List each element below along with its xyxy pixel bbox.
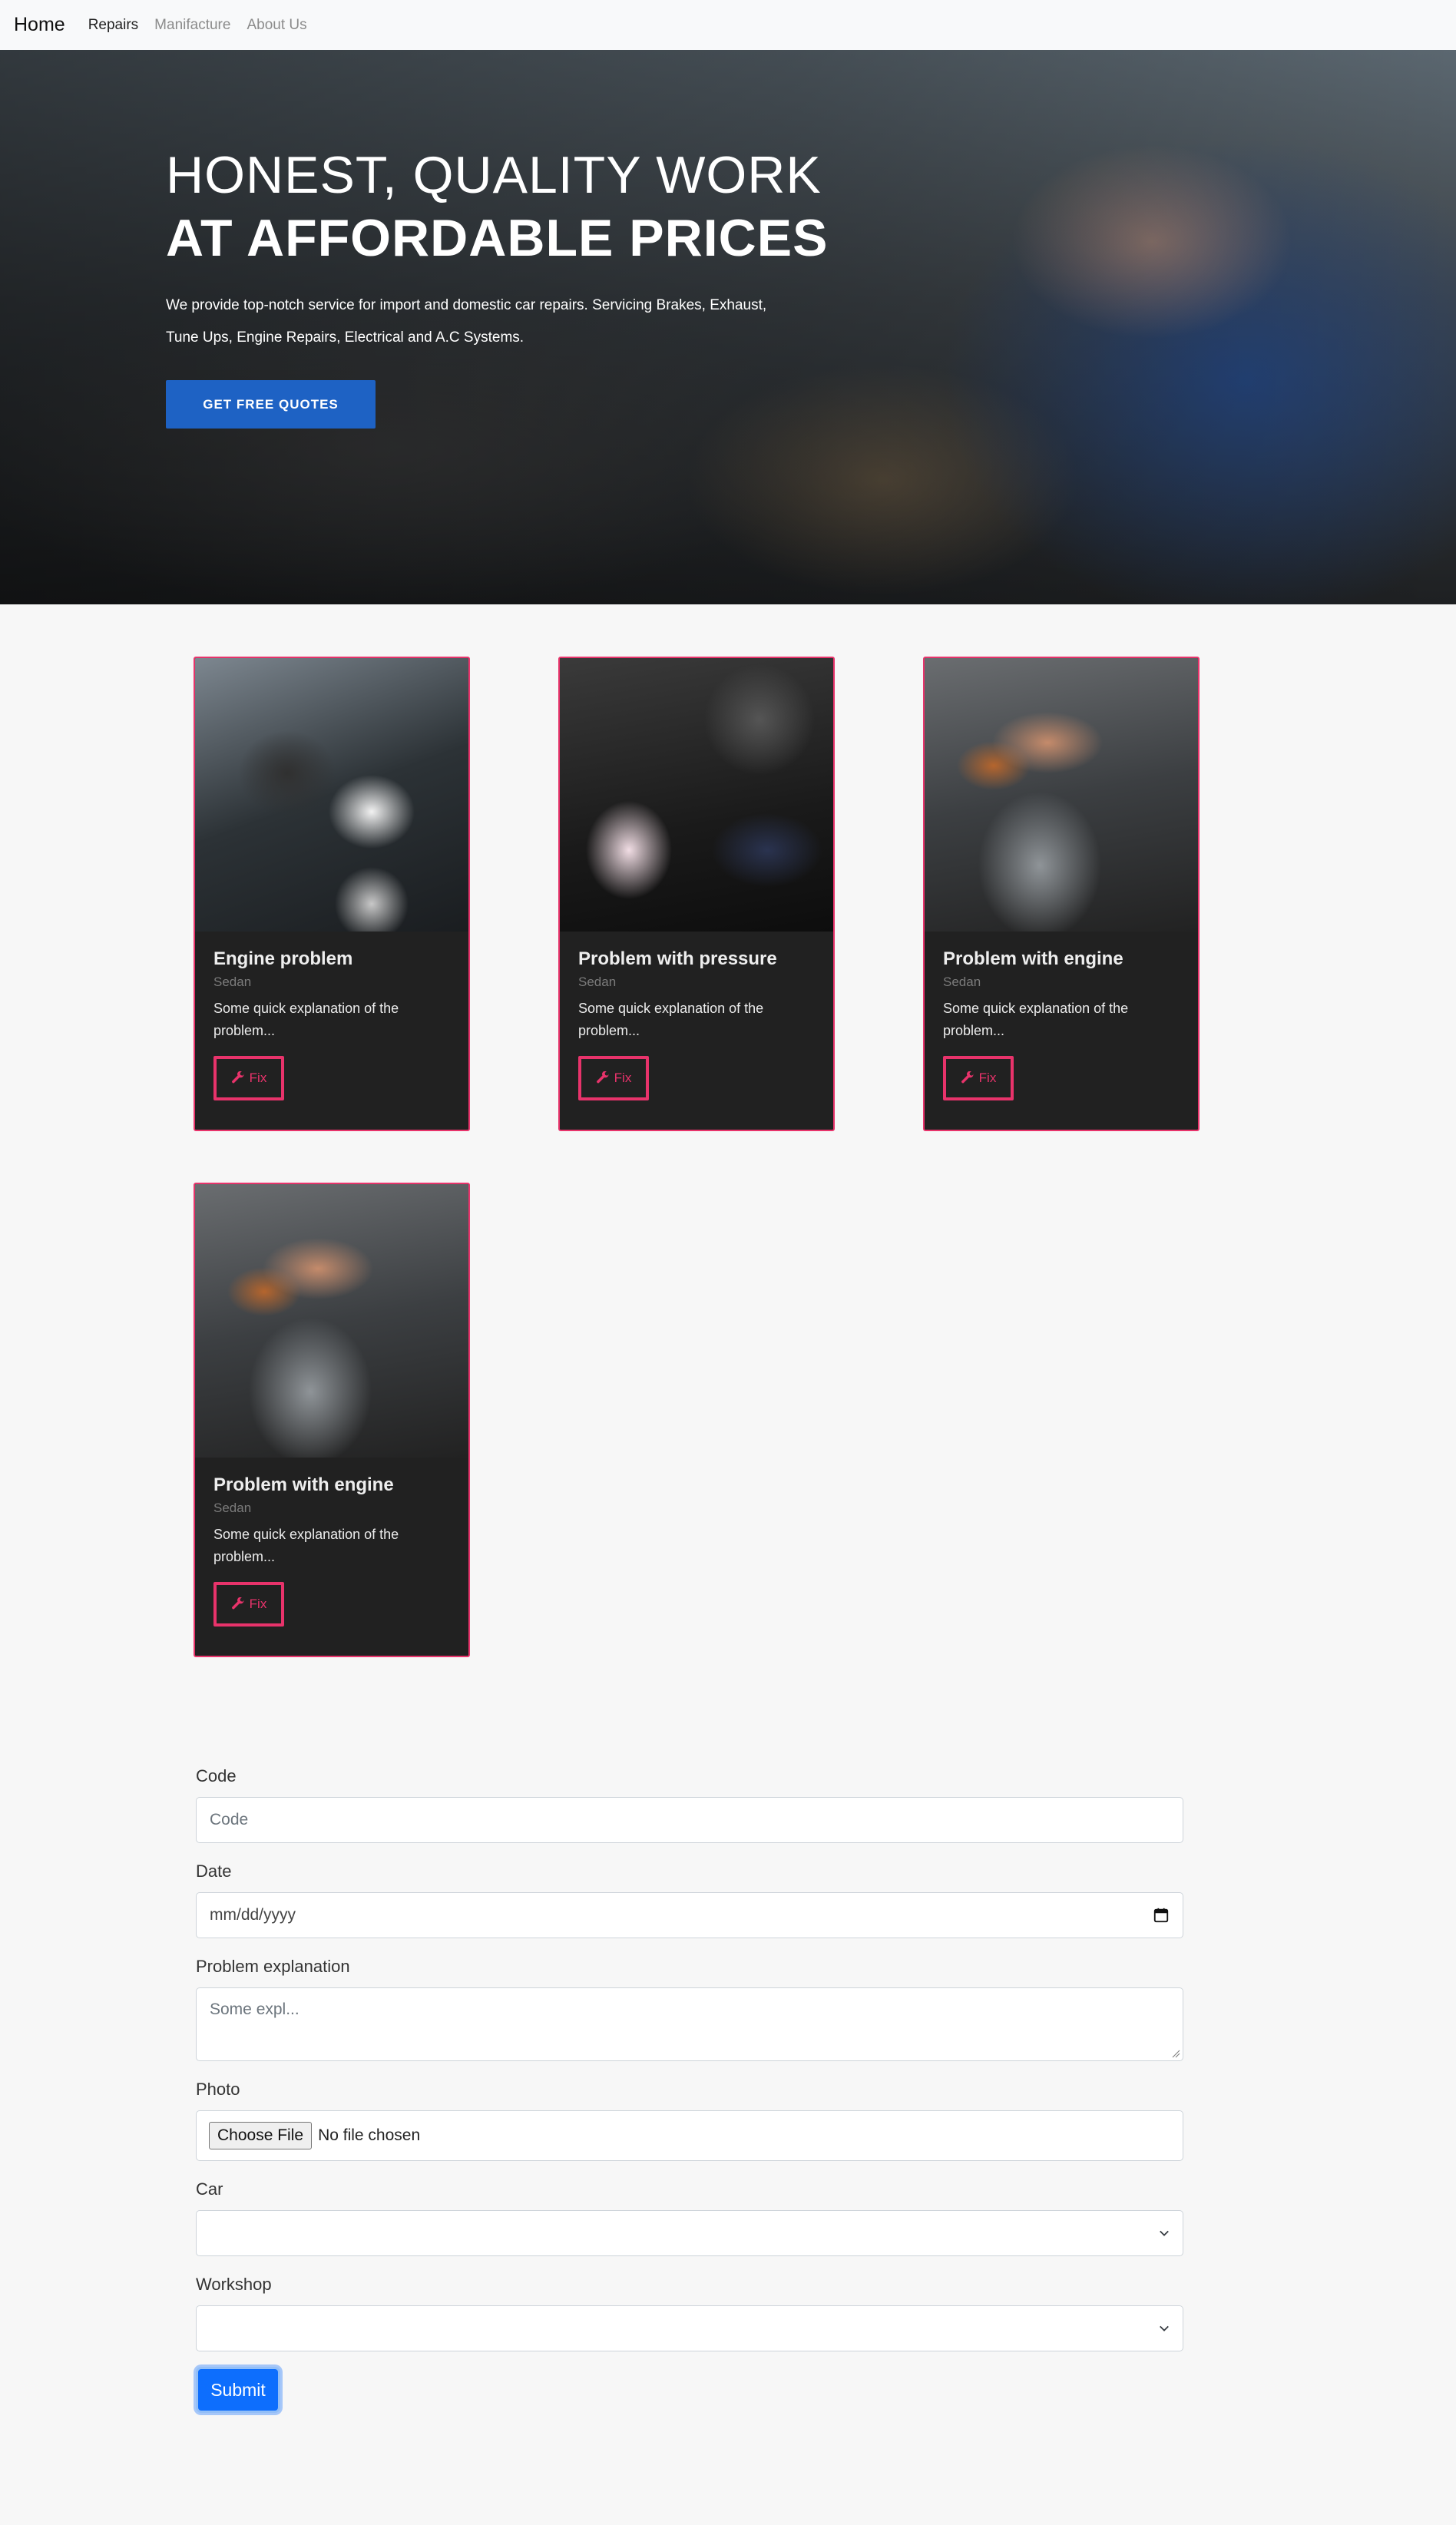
- hero-description: We provide top-notch service for import …: [166, 297, 767, 346]
- hero-heading-line1: HONEST, QUALITY WORK: [166, 146, 822, 204]
- resize-handle-icon[interactable]: [1171, 2049, 1180, 2058]
- file-status-text: No file chosen: [318, 2126, 421, 2144]
- date-input[interactable]: mm/dd/yyyy: [196, 1892, 1183, 1938]
- get-free-quotes-button[interactable]: GET FREE QUOTES: [166, 380, 376, 429]
- fix-button[interactable]: Fix: [213, 1056, 284, 1100]
- submit-button[interactable]: Submit: [196, 2367, 280, 2413]
- nav-link-repairs[interactable]: Repairs: [88, 17, 138, 34]
- workshop-select[interactable]: [196, 2305, 1183, 2351]
- code-input[interactable]: Code: [196, 1797, 1183, 1843]
- hero-content: HONEST, QUALITY WORK AT AFFORDABLE PRICE…: [166, 144, 857, 429]
- problem-placeholder: Some expl...: [210, 2000, 299, 2018]
- card-body: Problem with pressure Sedan Some quick e…: [560, 932, 833, 1117]
- card-body: Engine problem Sedan Some quick explanat…: [195, 932, 468, 1117]
- pressure-tester-image: [560, 658, 833, 932]
- hero-banner: HONEST, QUALITY WORK AT AFFORDABLE PRICE…: [0, 50, 1456, 604]
- card-body: Problem with engine Sedan Some quick exp…: [195, 1458, 468, 1643]
- card-title: Problem with engine: [943, 948, 1123, 969]
- fix-button[interactable]: Fix: [578, 1056, 649, 1100]
- wrench-icon: [231, 1071, 244, 1084]
- photo-file-input[interactable]: Choose File No file chosen: [196, 2110, 1183, 2161]
- repair-card: Problem with pressure Sedan Some quick e…: [558, 657, 835, 1131]
- card-title: Engine problem: [213, 948, 353, 969]
- fix-button-label: Fix: [614, 1071, 632, 1085]
- repair-card: Problem with engine Sedan Some quick exp…: [194, 1183, 470, 1657]
- repair-card: Problem with engine Sedan Some quick exp…: [923, 657, 1200, 1131]
- card-text: Some quick explanation of the problem...: [943, 1001, 1129, 1038]
- card-subtitle: Sedan: [578, 975, 617, 989]
- car-group: Car: [196, 2179, 1183, 2256]
- card-text: Some quick explanation of the problem...: [213, 1527, 399, 1564]
- code-label: Code: [196, 1766, 237, 1785]
- fix-button-label: Fix: [978, 1071, 997, 1085]
- workshop-label: Workshop: [196, 2275, 272, 2294]
- photo-group: Photo Choose File No file chosen: [196, 2080, 1183, 2161]
- calendar-icon[interactable]: [1153, 1907, 1170, 1924]
- repair-card: Engine problem Sedan Some quick explanat…: [194, 657, 470, 1131]
- date-group: Date mm/dd/yyyy: [196, 1861, 1183, 1938]
- problem-label: Problem explanation: [196, 1957, 350, 1976]
- wrench-icon: [961, 1071, 974, 1084]
- card-text: Some quick explanation of the problem...: [578, 1001, 764, 1038]
- fix-button-label: Fix: [249, 1071, 267, 1085]
- chevron-down-icon: [1160, 2325, 1169, 2331]
- nav-link-manifacture[interactable]: Manifacture: [154, 17, 230, 34]
- card-body: Problem with engine Sedan Some quick exp…: [925, 932, 1198, 1117]
- card-subtitle: Sedan: [213, 975, 252, 989]
- car-select[interactable]: [196, 2210, 1183, 2256]
- mechanic-wrench-image: [925, 658, 1198, 932]
- nav-brand-home[interactable]: Home: [14, 14, 65, 36]
- fix-button[interactable]: Fix: [213, 1582, 284, 1627]
- card-subtitle: Sedan: [213, 1501, 252, 1515]
- nav-link-about-us[interactable]: About Us: [247, 17, 306, 34]
- repair-form: Code Code Date mm/dd/yyyy Problem explan…: [196, 1766, 1183, 2413]
- hero-heading-line2: AT AFFORDABLE PRICES: [166, 209, 829, 267]
- wrench-icon: [596, 1071, 609, 1084]
- problem-textarea[interactable]: Some expl...: [196, 1987, 1183, 2061]
- photo-label: Photo: [196, 2080, 240, 2099]
- code-group: Code Code: [196, 1766, 1183, 1843]
- card-title: Problem with pressure: [578, 948, 777, 969]
- card-title: Problem with engine: [213, 1474, 394, 1495]
- fix-button[interactable]: Fix: [943, 1056, 1014, 1100]
- choose-file-button[interactable]: Choose File: [209, 2122, 313, 2149]
- card-subtitle: Sedan: [943, 975, 981, 989]
- fix-button-label: Fix: [249, 1597, 267, 1611]
- wrench-icon: [231, 1597, 244, 1610]
- car-label: Car: [196, 2179, 223, 2199]
- date-placeholder: mm/dd/yyyy: [210, 1906, 296, 1924]
- workshop-group: Workshop: [196, 2275, 1183, 2351]
- navbar: Home Repairs Manifacture About Us: [0, 0, 1456, 50]
- chevron-down-icon: [1160, 2230, 1169, 2236]
- code-placeholder: Code: [210, 1811, 249, 1828]
- problem-group: Problem explanation Some expl...: [196, 1957, 1183, 2061]
- date-label: Date: [196, 1861, 232, 1881]
- mechanic-wrench-image: [195, 1184, 468, 1458]
- card-text: Some quick explanation of the problem...: [213, 1001, 399, 1038]
- engine-bay-image: [195, 658, 468, 932]
